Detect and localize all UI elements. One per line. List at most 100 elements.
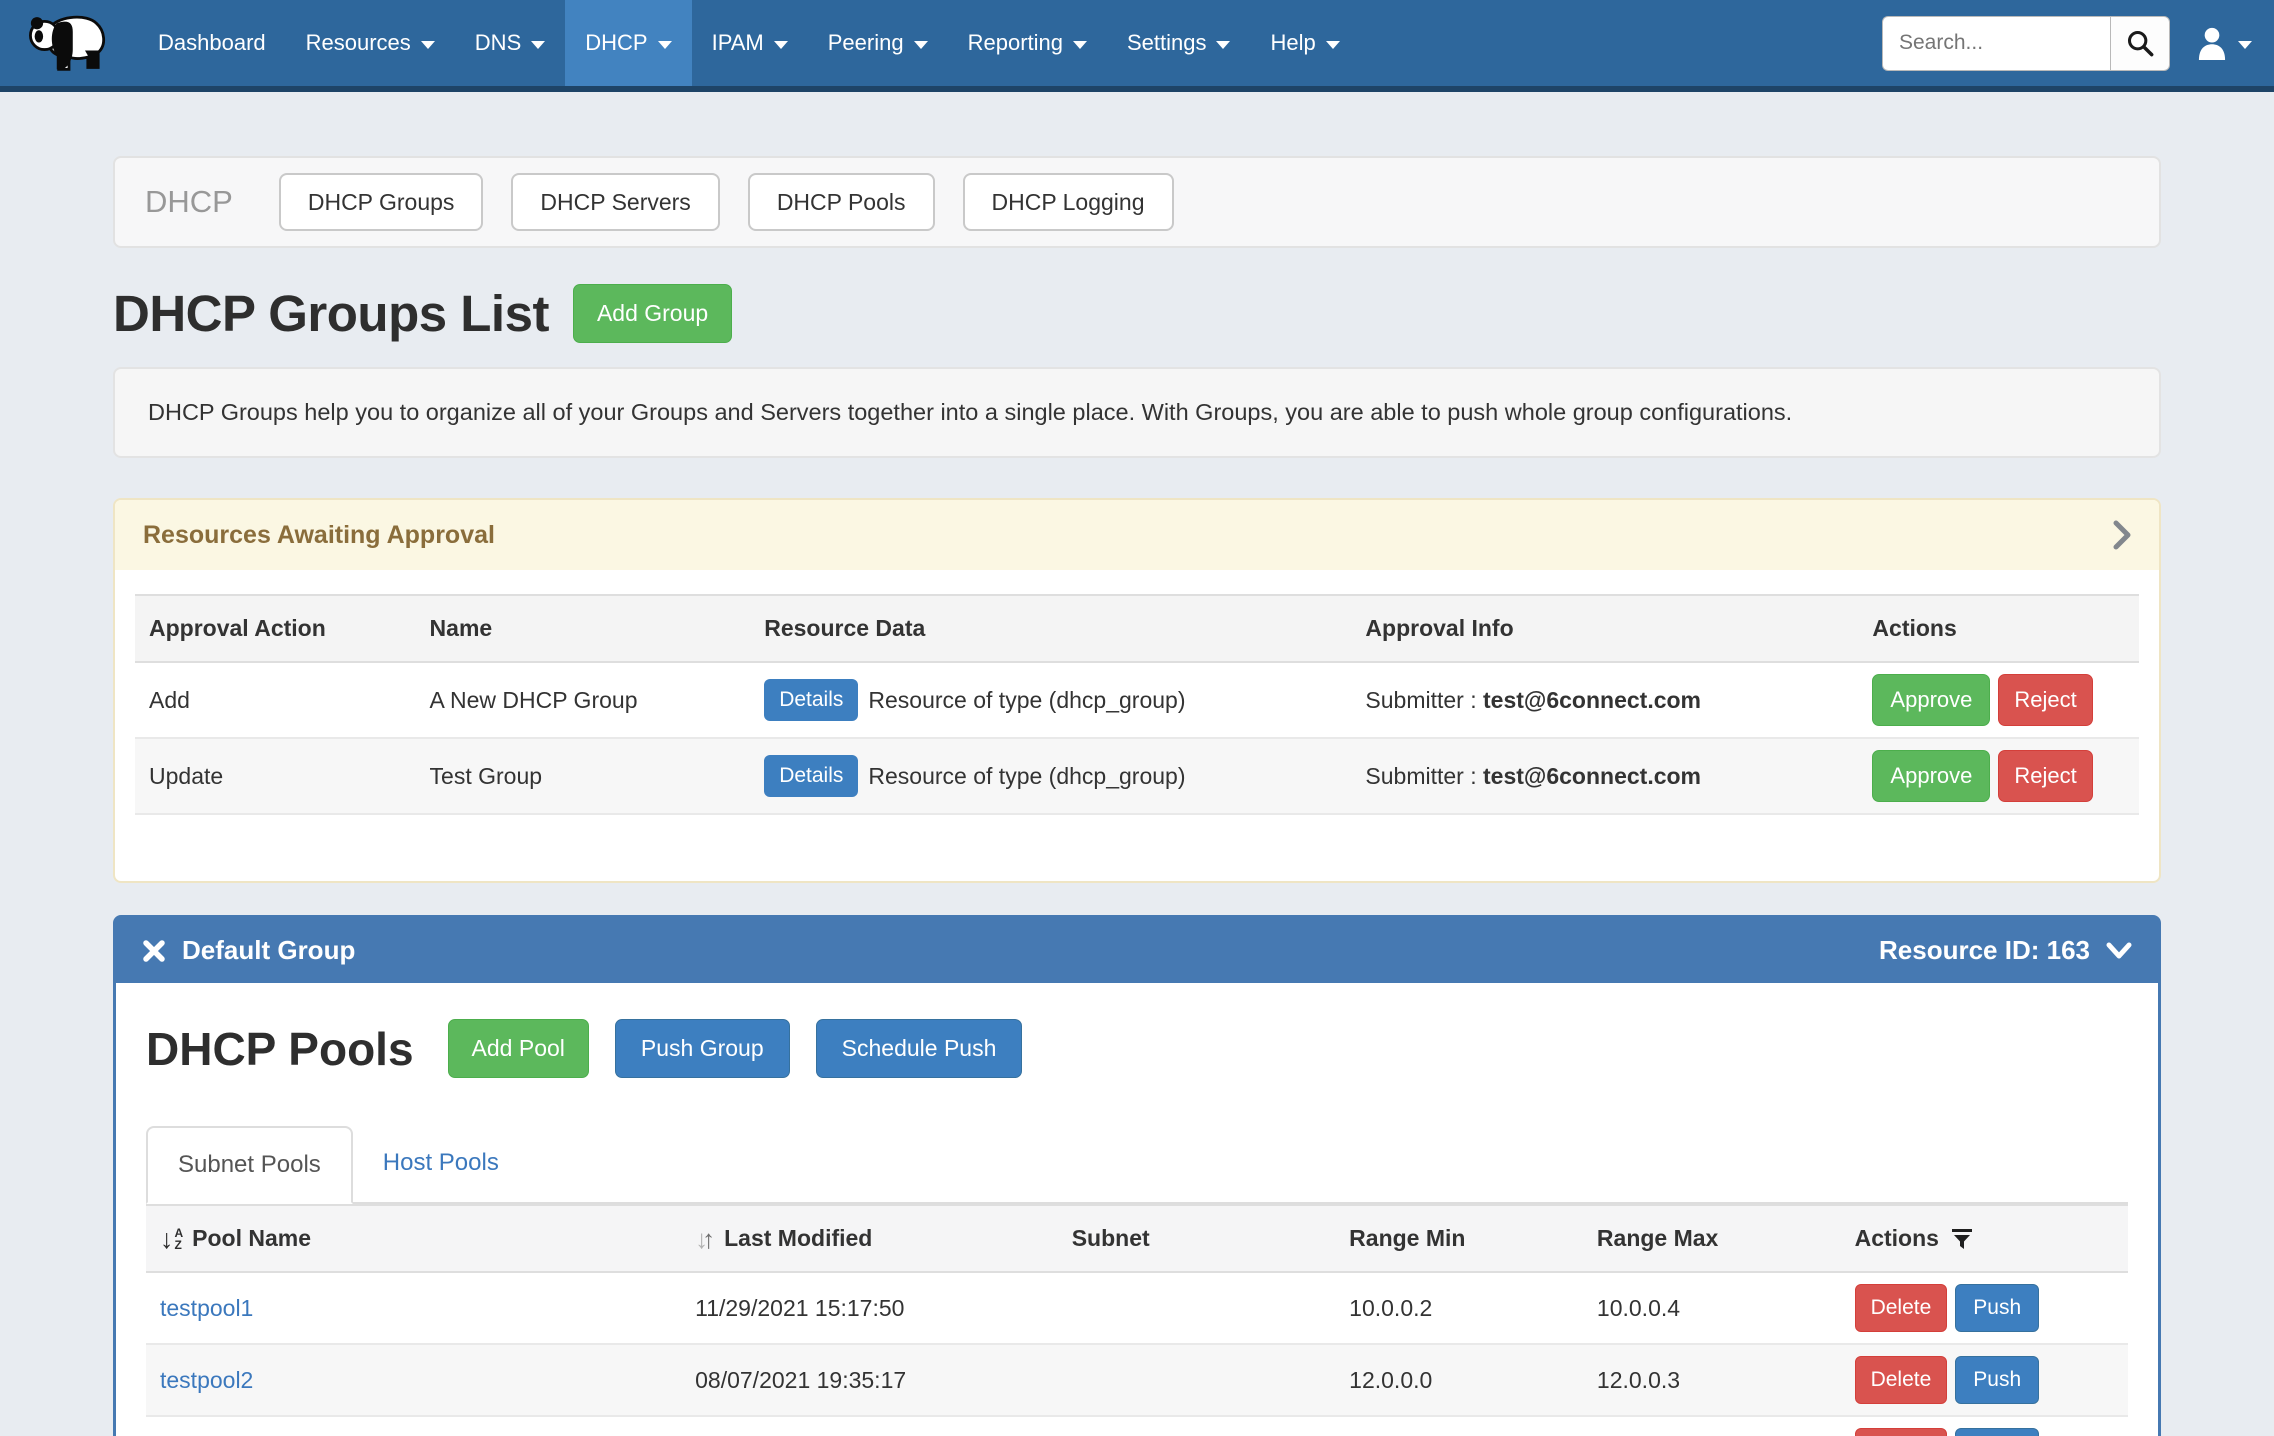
- nav-item-peering[interactable]: Peering: [808, 0, 948, 86]
- col-name: Name: [416, 595, 751, 662]
- nav-label: Help: [1270, 30, 1315, 56]
- caret-down-icon: [774, 41, 788, 49]
- col-pool-actions-label: Actions: [1855, 1225, 1939, 1252]
- pool-row: Delete Push: [146, 1416, 2128, 1436]
- search-input[interactable]: [1882, 16, 2110, 71]
- details-button[interactable]: Details: [764, 755, 858, 797]
- col-last-modified-label: Last Modified: [724, 1225, 872, 1252]
- nav-label: Dashboard: [158, 30, 266, 56]
- nav-item-settings[interactable]: Settings: [1107, 0, 1251, 86]
- col-range-min: Range Min: [1335, 1205, 1583, 1272]
- close-icon[interactable]: [142, 939, 166, 963]
- panda-logo-icon[interactable]: [26, 11, 112, 75]
- delete-button[interactable]: Delete: [1855, 1284, 1948, 1332]
- resource-id-text: Resource ID: 163: [1879, 935, 2090, 966]
- reject-button[interactable]: Reject: [1998, 674, 2092, 726]
- pool-link[interactable]: testpool1: [160, 1295, 253, 1321]
- add-group-button[interactable]: Add Group: [573, 284, 732, 343]
- main-content: DHCP DHCP Groups DHCP Servers DHCP Pools…: [0, 92, 2274, 1436]
- details-button[interactable]: Details: [764, 679, 858, 721]
- push-button[interactable]: Push: [1955, 1428, 2039, 1436]
- nav-label: Reporting: [968, 30, 1063, 56]
- pools-tabs: Subnet Pools Host Pools: [146, 1126, 2128, 1204]
- approval-table-header-row: Approval Action Name Resource Data Appro…: [135, 595, 2139, 662]
- approval-panel: Resources Awaiting Approval Approval Act…: [113, 498, 2161, 883]
- pools-heading: DHCP Pools: [146, 1022, 414, 1076]
- pools-heading-row: DHCP Pools Add Pool Push Group Schedule …: [146, 1019, 2128, 1078]
- approve-button[interactable]: Approve: [1872, 750, 1990, 802]
- approval-action-cell: Add: [135, 662, 416, 738]
- submitter-label: Submitter :: [1365, 687, 1483, 713]
- dhcp-pools-tab-button[interactable]: DHCP Pools: [748, 173, 935, 231]
- approval-panel-header[interactable]: Resources Awaiting Approval: [115, 500, 2159, 570]
- filter-icon[interactable]: [1951, 1227, 1973, 1251]
- approval-row: Add A New DHCP Group Details Resource of…: [135, 662, 2139, 738]
- col-last-modified[interactable]: ↓↑ Last Modified: [681, 1205, 1058, 1272]
- page-title: DHCP Groups List: [113, 284, 549, 343]
- dhcp-servers-tab-button[interactable]: DHCP Servers: [511, 173, 719, 231]
- group-title: Default Group: [182, 935, 355, 966]
- search-icon: [2126, 29, 2154, 57]
- tab-subnet-pools[interactable]: Subnet Pools: [146, 1126, 353, 1204]
- title-row: DHCP Groups List Add Group: [113, 284, 2161, 343]
- nav-item-help[interactable]: Help: [1250, 0, 1359, 86]
- delete-button[interactable]: Delete: [1855, 1428, 1948, 1436]
- search-button[interactable]: [2110, 16, 2170, 71]
- push-group-button[interactable]: Push Group: [615, 1019, 790, 1078]
- user-menu[interactable]: [2196, 26, 2252, 60]
- caret-down-icon: [658, 41, 672, 49]
- pool-actions-cell: Delete Push: [1841, 1272, 2128, 1344]
- pools-table-header-row: ↓ A Z Pool Name: [146, 1205, 2128, 1272]
- nav-item-ipam[interactable]: IPAM: [692, 0, 808, 86]
- nav-label: Peering: [828, 30, 904, 56]
- pool-range-min-cell: [1335, 1416, 1583, 1436]
- navbar-right: [1882, 0, 2274, 86]
- col-pool-actions: Actions: [1841, 1205, 2128, 1272]
- col-resource-data: Resource Data: [750, 595, 1351, 662]
- pool-subnet-cell: [1058, 1416, 1335, 1436]
- col-actions: Actions: [1858, 595, 2139, 662]
- pool-range-max-cell: 10.0.0.4: [1583, 1272, 1841, 1344]
- description-panel: DHCP Groups help you to organize all of …: [113, 367, 2161, 458]
- chevron-right-icon[interactable]: [2113, 520, 2131, 550]
- approval-action-cell: Update: [135, 738, 416, 814]
- nav-item-dashboard[interactable]: Dashboard: [138, 0, 286, 86]
- dhcp-groups-tab-button[interactable]: DHCP Groups: [279, 173, 484, 231]
- tab-host-pools[interactable]: Host Pools: [353, 1126, 529, 1202]
- nav-item-dhcp[interactable]: DHCP: [565, 0, 691, 86]
- pool-link[interactable]: testpool2: [160, 1367, 253, 1393]
- default-group-body: DHCP Pools Add Pool Push Group Schedule …: [116, 983, 2158, 1436]
- pool-subnet-cell: [1058, 1344, 1335, 1416]
- section-label: DHCP: [145, 184, 233, 220]
- nav-item-resources[interactable]: Resources: [286, 0, 455, 86]
- resource-id-toggle[interactable]: Resource ID: 163: [1879, 935, 2132, 966]
- dhcp-logging-tab-button[interactable]: DHCP Logging: [963, 173, 1174, 231]
- dhcp-section-nav: DHCP DHCP Groups DHCP Servers DHCP Pools…: [113, 156, 2161, 248]
- sort-icon[interactable]: ↓↑: [695, 1228, 715, 1250]
- nav-label: DNS: [475, 30, 521, 56]
- add-pool-button[interactable]: Add Pool: [448, 1019, 589, 1078]
- col-pool-name-label: Pool Name: [192, 1225, 311, 1252]
- col-pool-name[interactable]: ↓ A Z Pool Name: [146, 1205, 681, 1272]
- resource-type-text: Resource of type (dhcp_group): [868, 687, 1185, 714]
- pool-actions-cell: Delete Push: [1841, 1344, 2128, 1416]
- push-button[interactable]: Push: [1955, 1356, 2039, 1404]
- sort-alpha-asc-icon[interactable]: ↓ A Z: [160, 1227, 183, 1251]
- approve-button[interactable]: Approve: [1872, 674, 1990, 726]
- reject-button[interactable]: Reject: [1998, 750, 2092, 802]
- nav-item-reporting[interactable]: Reporting: [948, 0, 1107, 86]
- submitter-label: Submitter :: [1365, 763, 1483, 789]
- approval-info-cell: Submitter : test@6connect.com: [1351, 662, 1858, 738]
- submitter-email: test@6connect.com: [1483, 763, 1701, 789]
- approval-actions-cell: Approve Reject: [1858, 662, 2139, 738]
- pool-name-cell: testpool1: [146, 1272, 681, 1344]
- push-button[interactable]: Push: [1955, 1284, 2039, 1332]
- schedule-push-button[interactable]: Schedule Push: [816, 1019, 1023, 1078]
- nav-item-dns[interactable]: DNS: [455, 0, 565, 86]
- approval-info-cell: Submitter : test@6connect.com: [1351, 738, 1858, 814]
- pool-row: testpool2 08/07/2021 19:35:17 12.0.0.0 1…: [146, 1344, 2128, 1416]
- pool-modified-cell: [681, 1416, 1058, 1436]
- approval-table: Approval Action Name Resource Data Appro…: [135, 594, 2139, 815]
- delete-button[interactable]: Delete: [1855, 1356, 1948, 1404]
- caret-down-icon: [421, 41, 435, 49]
